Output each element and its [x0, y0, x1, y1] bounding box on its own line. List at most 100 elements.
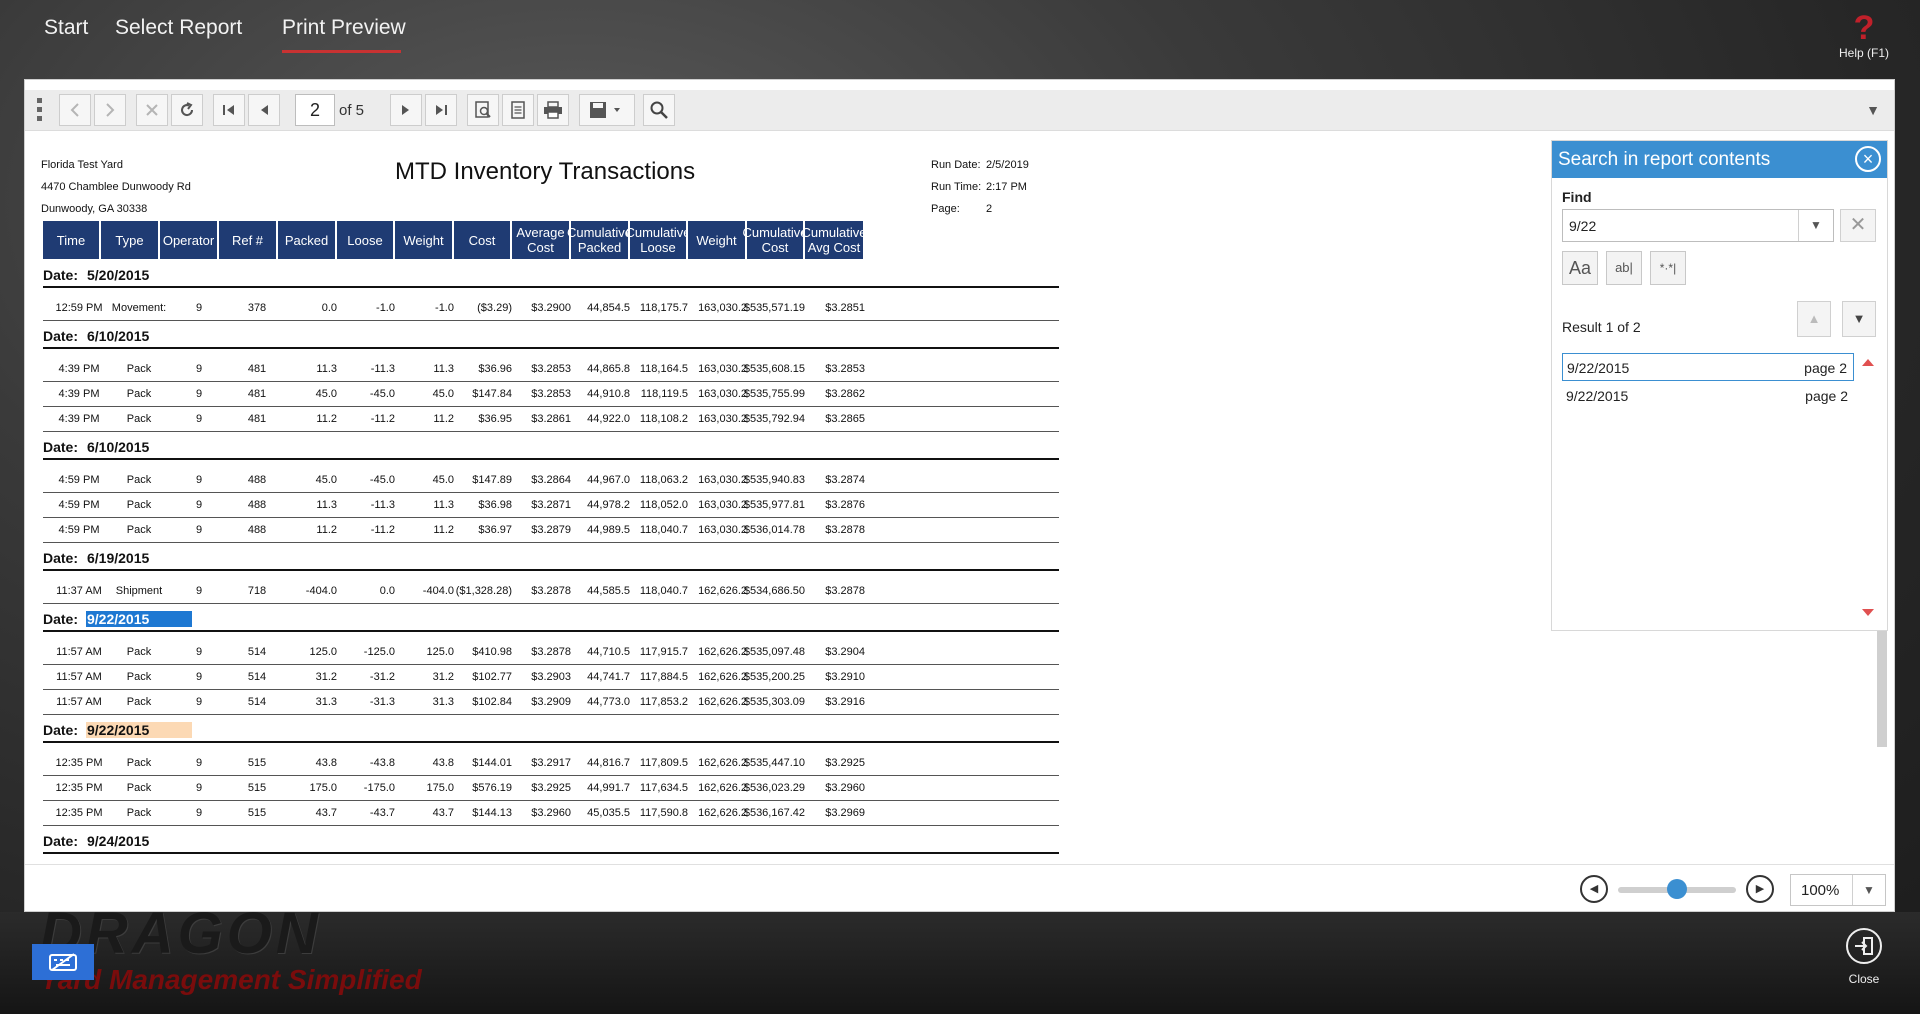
table-cell: 11.3 [433, 499, 454, 511]
column-header: Cumulative Avg Cost [801, 221, 867, 259]
table-cell: 488 [247, 474, 267, 486]
table-cell: $3.2861 [531, 413, 571, 425]
table-row: 4:39 PM Pack 9 481 45.0 -45.0 45.0 $147.84 $3.28… [43, 382, 1059, 407]
date-label: Date: [43, 722, 79, 738]
forward-button[interactable] [94, 94, 126, 126]
table-cell: 118,164.5 [639, 363, 688, 375]
run-time: 2:17 PM [986, 181, 1027, 193]
table-cell: 9 [195, 413, 203, 425]
match-case-toggle[interactable]: Aa [1562, 251, 1598, 285]
zoom-out-button[interactable]: ◀ [1580, 875, 1608, 903]
previous-result-button[interactable]: ▲ [1797, 301, 1831, 337]
table-cell: 4:39 PM [58, 413, 100, 425]
group-date: 9/24/2015 [87, 833, 150, 849]
print-button[interactable] [537, 94, 569, 126]
table-cell: $3.2878 [531, 585, 571, 597]
table-cell: $536,023.29 [743, 782, 805, 794]
last-page-button[interactable] [425, 94, 457, 126]
table-cell: $536,014.78 [743, 524, 805, 536]
table-row: 11:37 AM Shipment 9 718 -404.0 0.0 -404.0 ($1,3… [43, 579, 1059, 604]
table-cell: 9 [195, 474, 203, 486]
zoom-select[interactable]: 100% ▼ [1790, 874, 1886, 906]
table-cell: 488 [247, 499, 267, 511]
report-vertical-scrollbar[interactable] [1877, 631, 1887, 747]
stop-button[interactable] [136, 94, 168, 126]
table-cell: $536,167.42 [743, 807, 805, 819]
find-dropdown-icon[interactable]: ▼ [1798, 210, 1833, 241]
table-cell: 162,626.2 [698, 696, 747, 708]
table-cell: $535,792.94 [743, 413, 805, 425]
page-setup-button[interactable] [502, 94, 534, 126]
results-scroll-down-icon[interactable] [1862, 609, 1874, 616]
find-clear-button[interactable]: ✕ [1840, 209, 1876, 242]
first-page-button[interactable] [213, 94, 245, 126]
triangle-left-icon: ◀ [1589, 883, 1599, 895]
close-button[interactable]: Close [1834, 928, 1894, 986]
results-scroll-up-icon[interactable] [1862, 359, 1874, 366]
table-cell: 44,910.8 [587, 388, 630, 400]
find-input[interactable]: 9/22 ▼ [1562, 209, 1834, 242]
table-cell: $3.2903 [531, 671, 571, 683]
zoom-slider-thumb[interactable] [1667, 879, 1687, 899]
zoom-value: 100% [1801, 882, 1840, 899]
date-group-header: Date: 5/20/2015 [43, 264, 1059, 288]
back-button[interactable] [59, 94, 91, 126]
page-label: Page: [931, 203, 960, 215]
export-button[interactable] [579, 94, 635, 126]
nav-start[interactable]: Start [44, 16, 88, 40]
table-cell: Pack [126, 499, 152, 511]
keyboard-off-icon [49, 953, 77, 971]
table-cell: $3.2878 [825, 585, 865, 597]
table-cell: 163,030.2 [698, 499, 747, 511]
document-search-icon [475, 101, 491, 118]
previous-page-button[interactable] [248, 94, 280, 126]
table-cell: 118,108.2 [639, 413, 688, 425]
date-group-header: Date: 6/19/2015 [43, 547, 1059, 571]
zoom-in-button[interactable]: ▶ [1746, 875, 1774, 903]
table-cell: 44,978.2 [587, 499, 630, 511]
nav-select-report[interactable]: Select Report [115, 16, 242, 40]
table-cell: ($1,328.28) [455, 585, 512, 597]
regex-toggle[interactable]: *·*| [1650, 251, 1686, 285]
keyboard-toggle-button[interactable] [32, 944, 94, 980]
column-header: Cumulative Packed [567, 221, 632, 259]
table-cell: 118,052.0 [639, 499, 688, 511]
table-cell: 162,626.2 [698, 807, 747, 819]
table-cell: -1.0 [376, 302, 395, 314]
next-result-button[interactable]: ▼ [1842, 301, 1876, 337]
whole-word-toggle[interactable]: ab| [1606, 251, 1642, 285]
table-cell: 9 [195, 807, 203, 819]
column-header: Weight [688, 221, 747, 259]
search-result-item[interactable]: 9/22/2015 page 2 [1562, 382, 1854, 410]
table-row: 11:57 AM Pack 9 514 31.3 -31.3 31.3 $102.84 $3.2… [43, 690, 1059, 715]
column-header: Average Cost [512, 221, 571, 259]
search-close-button[interactable]: × [1855, 146, 1881, 172]
table-cell: $3.2925 [825, 757, 865, 769]
table-cell: 9 [195, 388, 203, 400]
table-cell: -11.3 [370, 499, 395, 511]
print-preview-button[interactable] [467, 94, 499, 126]
search-icon [650, 101, 668, 119]
search-button[interactable] [643, 94, 675, 126]
page-number-input[interactable]: 2 [295, 94, 335, 126]
clear-icon: ✕ [1849, 214, 1867, 236]
toolbar-collapse-icon[interactable]: ▼ [1866, 102, 1880, 118]
table-cell: 44,991.7 [587, 782, 630, 794]
toolbar-grip-icon[interactable] [37, 98, 43, 124]
nav-print-preview[interactable]: Print Preview [282, 16, 406, 40]
app-footer: DRAGON Yard Management Simplified Close [0, 901, 1920, 1014]
table-cell: $144.01 [472, 757, 512, 769]
table-cell: Pack [126, 757, 152, 769]
search-result-item[interactable]: 9/22/2015 page 2 [1562, 353, 1854, 381]
table-cell: 117,809.5 [639, 757, 688, 769]
next-page-button[interactable] [390, 94, 422, 126]
report-address-block: Florida Test Yard 4470 Chamblee Dunwoody… [41, 154, 191, 220]
table-cell: 11:57 AM [56, 671, 102, 683]
group-date: 6/10/2015 [87, 328, 150, 344]
report-title: MTD Inventory Transactions [395, 158, 696, 185]
refresh-button[interactable] [171, 94, 203, 126]
help-icon: ? [1853, 9, 1875, 47]
table-row: 11:57 AM Pack 9 514 31.2 -31.2 31.2 $102.77 $3.2… [43, 665, 1059, 690]
zoom-dropdown-icon[interactable]: ▼ [1852, 875, 1885, 905]
help-button[interactable]: ? Help (F1) [1834, 10, 1894, 60]
